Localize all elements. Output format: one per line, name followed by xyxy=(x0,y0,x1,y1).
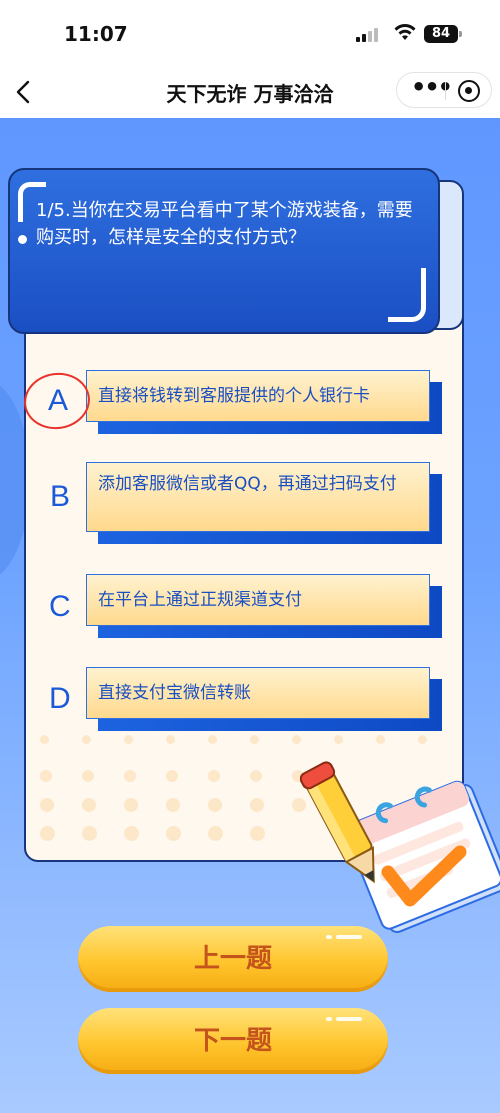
question-text: 1/5.当你在交易平台看中了某个游戏装备，需要购买时，怎样是安全的支付方式？ xyxy=(36,200,413,248)
option-letter: D xyxy=(49,682,71,715)
wifi-icon xyxy=(394,24,416,40)
close-target-icon[interactable] xyxy=(458,80,480,102)
option-text: 直接将钱转到客服提供的个人银行卡 xyxy=(98,386,370,406)
prev-question-button[interactable]: 上一题 xyxy=(78,926,388,992)
prev-button-label: 上一题 xyxy=(193,944,272,974)
nav-bar: 天下无诈 万事洽洽 ••• xyxy=(0,66,500,118)
pencil-calendar-illustration xyxy=(300,761,500,934)
quote-dot xyxy=(18,235,27,244)
mini-program-capsule: ••• xyxy=(396,72,492,108)
quote-bracket-right xyxy=(388,268,426,322)
button-gloss xyxy=(336,935,362,939)
button-gloss xyxy=(326,1017,332,1021)
status-time: 11:07 xyxy=(64,22,128,46)
button-gloss xyxy=(336,1017,362,1021)
more-icon[interactable]: ••• xyxy=(411,75,453,99)
option-text: 直接支付宝微信转账 xyxy=(98,683,251,703)
signal-icon xyxy=(356,28,382,42)
button-gloss xyxy=(326,935,332,939)
option-text: 在平台上通过正规渠道支付 xyxy=(98,590,302,610)
capsule-divider xyxy=(445,82,446,100)
status-bar: 11:07 84 xyxy=(0,0,500,66)
battery-icon: 84 xyxy=(424,25,462,43)
option-letter: C xyxy=(49,590,71,623)
next-button-label: 下一题 xyxy=(193,1026,272,1056)
option-text: 添加客服微信或者QQ，再通过扫码支付 xyxy=(98,474,397,494)
option-letter: B xyxy=(50,480,71,513)
next-question-button[interactable]: 下一题 xyxy=(78,1008,388,1074)
question-box xyxy=(8,168,440,334)
